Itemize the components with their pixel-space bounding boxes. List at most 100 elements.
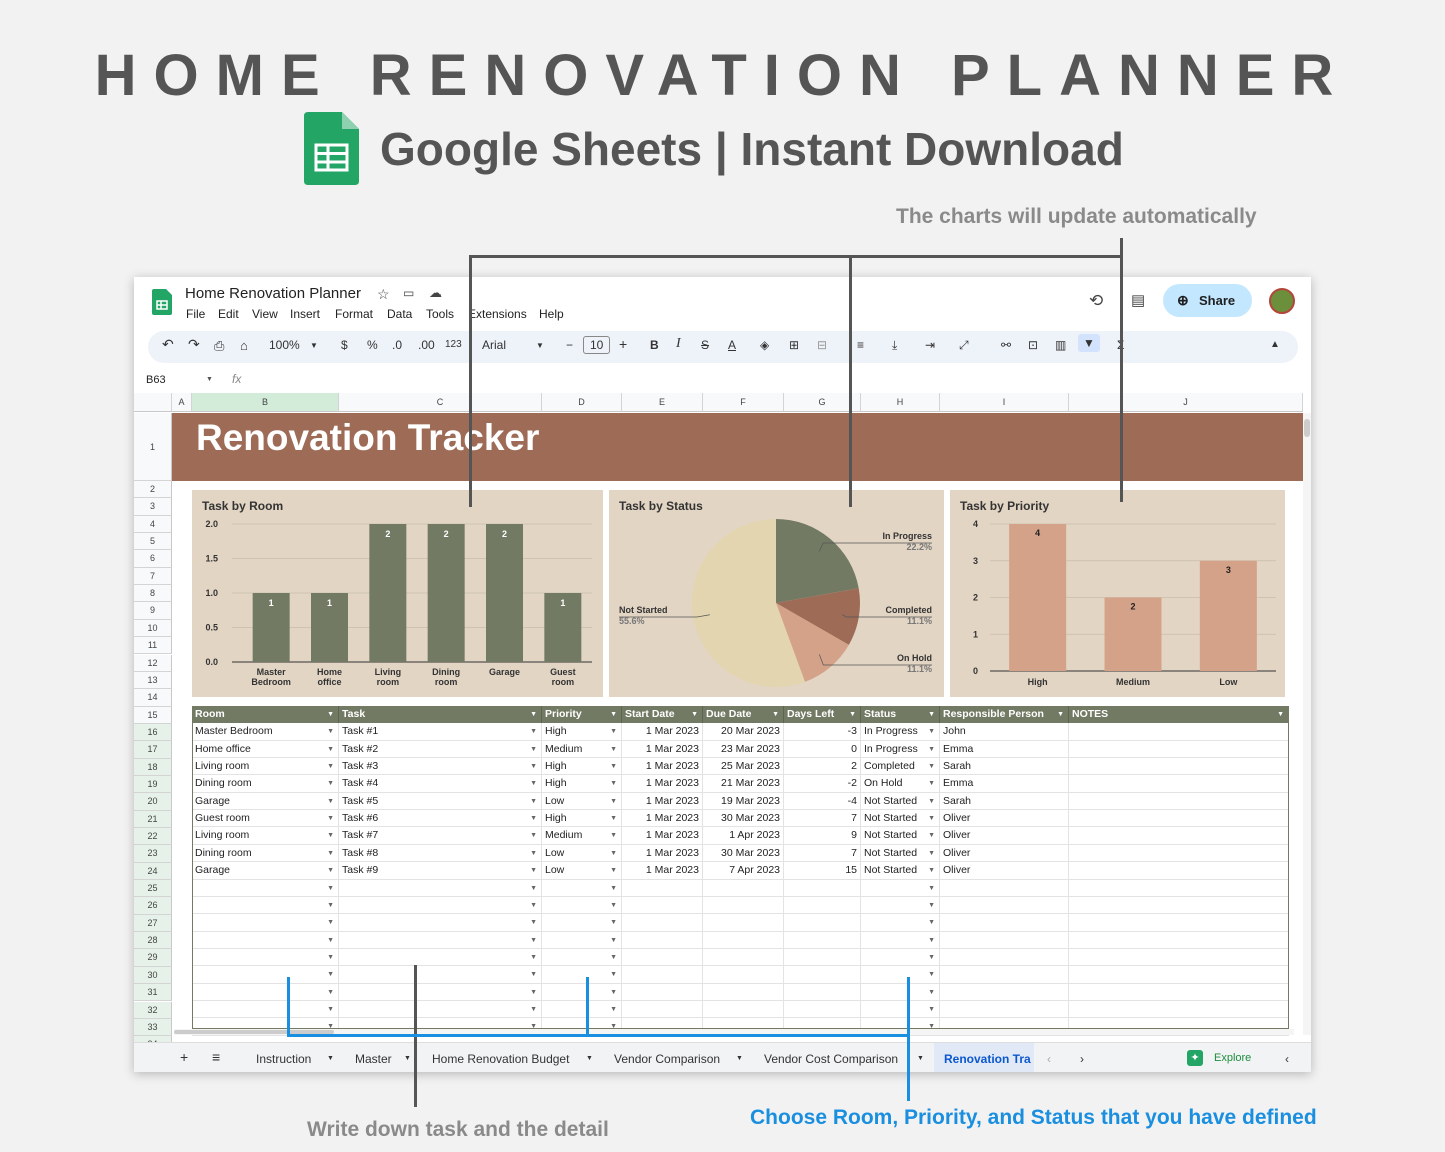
table-cell[interactable] (703, 914, 784, 932)
table-cell[interactable] (703, 896, 784, 914)
table-cell[interactable]: Dining room ▼ (192, 844, 339, 862)
dropdown-chevron-icon[interactable]: ▼ (928, 775, 935, 792)
table-cell[interactable] (784, 931, 861, 949)
table-cell[interactable]: ▼ (542, 879, 622, 897)
table-cell[interactable]: Oliver (940, 827, 1069, 845)
menu-tools[interactable]: Tools (426, 307, 454, 321)
select-all-corner[interactable] (134, 393, 172, 412)
dropdown-chevron-icon[interactable]: ▼ (610, 914, 617, 931)
table-cell[interactable]: ▼ (861, 879, 940, 897)
table-header-cell[interactable]: Due Date ▼ (703, 706, 784, 723)
dropdown-chevron-icon[interactable]: ▼ (530, 741, 537, 758)
table-cell[interactable] (1069, 879, 1289, 897)
row-header-6[interactable]: 6 (134, 550, 172, 568)
tab-master[interactable]: Master (355, 1052, 392, 1066)
filter-icon[interactable]: ▼ (849, 706, 856, 723)
row-header-21[interactable]: 21 (134, 810, 172, 828)
table-cell[interactable]: 30 Mar 2023 (703, 844, 784, 862)
table-cell[interactable]: -3 (784, 723, 861, 741)
dropdown-chevron-icon[interactable]: ▼ (327, 741, 334, 758)
table-cell[interactable]: ▼ (192, 879, 339, 897)
table-cell[interactable]: -4 (784, 792, 861, 810)
dropdown-chevron-icon[interactable]: ▼ (610, 984, 617, 1001)
table-cell[interactable]: Task #5 ▼ (339, 792, 542, 810)
chart-task-by-room[interactable]: Task by Room 0.0 0.5 1.0 1.5 2.0 1 Master Bedro… (192, 490, 603, 697)
dropdown-chevron-icon[interactable]: ▼ (530, 758, 537, 775)
table-cell[interactable] (784, 914, 861, 932)
row-header-2[interactable]: 2 (134, 481, 172, 499)
table-cell[interactable]: Task #9 ▼ (339, 862, 542, 880)
dropdown-chevron-icon[interactable]: ▼ (327, 758, 334, 775)
table-cell[interactable]: 1 Mar 2023 (622, 810, 703, 828)
table-cell[interactable] (940, 879, 1069, 897)
dropdown-chevron-icon[interactable]: ▼ (928, 862, 935, 879)
table-cell[interactable]: ▼ (339, 966, 542, 984)
row-header-20[interactable]: 20 (134, 793, 172, 811)
filter-icon[interactable]: ▼ (1057, 706, 1064, 723)
percent-button[interactable]: % (367, 338, 378, 352)
table-header-cell[interactable]: Responsible Person ▼ (940, 706, 1069, 723)
row-header-25[interactable]: 25 (134, 880, 172, 898)
dropdown-chevron-icon[interactable]: ▼ (610, 949, 617, 966)
tab-chevron-icon[interactable]: ▼ (586, 1055, 593, 1062)
table-cell[interactable]: 25 Mar 2023 (703, 758, 784, 776)
filter-icon[interactable]: ▼ (691, 706, 698, 723)
table-cell[interactable] (940, 1000, 1069, 1018)
column-header-i[interactable]: I (940, 393, 1069, 412)
vertical-scrollbar[interactable] (1303, 413, 1311, 1035)
table-cell[interactable]: 1 Mar 2023 (622, 827, 703, 845)
scroll-tabs-right-icon[interactable]: › (1080, 1052, 1084, 1066)
table-cell[interactable]: Emma (940, 775, 1069, 793)
table-cell[interactable] (784, 948, 861, 966)
table-cell[interactable] (622, 983, 703, 1001)
table-cell[interactable] (1069, 758, 1289, 776)
dropdown-chevron-icon[interactable]: ▼ (610, 966, 617, 983)
explore-icon[interactable]: ✦ (1187, 1050, 1203, 1066)
dropdown-chevron-icon[interactable]: ▼ (530, 723, 537, 740)
collapse-toolbar-icon[interactable]: ▲ (1270, 339, 1280, 350)
table-cell[interactable] (1069, 948, 1289, 966)
row-header-26[interactable]: 26 (134, 897, 172, 915)
table-cell[interactable]: 15 (784, 862, 861, 880)
table-cell[interactable]: Task #7 ▼ (339, 827, 542, 845)
table-cell[interactable] (940, 948, 1069, 966)
sheets-doc-icon[interactable] (152, 289, 172, 315)
table-cell[interactable]: High ▼ (542, 810, 622, 828)
dropdown-chevron-icon[interactable]: ▼ (530, 966, 537, 983)
table-cell[interactable] (784, 966, 861, 984)
filter-icon[interactable]: ▼ (1277, 706, 1284, 723)
table-cell[interactable] (1069, 792, 1289, 810)
dropdown-chevron-icon[interactable]: ▼ (327, 984, 334, 1001)
table-cell[interactable] (622, 896, 703, 914)
star-icon[interactable]: ☆ (377, 286, 390, 303)
dropdown-chevron-icon[interactable]: ▼ (928, 914, 935, 931)
table-cell[interactable] (1069, 827, 1289, 845)
table-cell[interactable]: ▼ (192, 948, 339, 966)
table-cell[interactable]: Task #3 ▼ (339, 758, 542, 776)
filter-icon[interactable]: ▼ (530, 706, 537, 723)
dropdown-chevron-icon[interactable]: ▼ (610, 862, 617, 879)
dropdown-chevron-icon[interactable]: ▼ (610, 775, 617, 792)
table-cell[interactable]: 2 (784, 758, 861, 776)
table-cell[interactable]: ▼ (861, 896, 940, 914)
table-cell[interactable]: Task #4 ▼ (339, 775, 542, 793)
row-header-1[interactable]: 1 (134, 413, 172, 481)
dropdown-chevron-icon[interactable]: ▼ (610, 880, 617, 897)
table-cell[interactable]: ▼ (339, 1000, 542, 1018)
row-header-29[interactable]: 29 (134, 949, 172, 967)
insert-comment-icon[interactable]: ⊡ (1028, 338, 1038, 352)
row-header-9[interactable]: 9 (134, 602, 172, 620)
table-cell[interactable]: Medium ▼ (542, 740, 622, 758)
table-cell[interactable] (1069, 723, 1289, 741)
table-header-cell[interactable]: NOTES ▼ (1069, 706, 1289, 723)
table-cell[interactable]: ▼ (339, 931, 542, 949)
dropdown-chevron-icon[interactable]: ▼ (610, 1001, 617, 1018)
dropdown-chevron-icon[interactable]: ▼ (530, 775, 537, 792)
table-cell[interactable] (622, 931, 703, 949)
tab-instruction[interactable]: Instruction (256, 1052, 311, 1066)
row-header-10[interactable]: 10 (134, 619, 172, 638)
currency-button[interactable]: $ (341, 338, 348, 352)
dropdown-chevron-icon[interactable]: ▼ (530, 932, 537, 949)
table-cell[interactable]: 30 Mar 2023 (703, 810, 784, 828)
row-header-33[interactable]: 33 (134, 1018, 172, 1037)
